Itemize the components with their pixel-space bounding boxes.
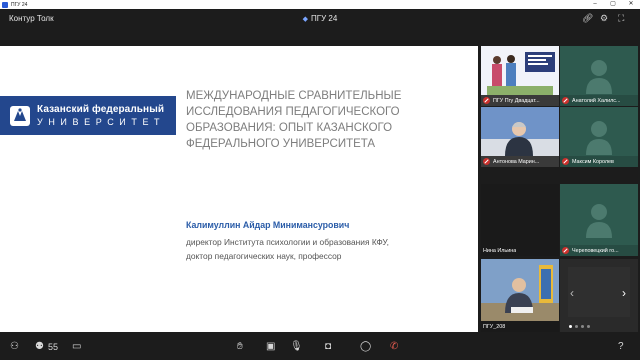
participant-video	[481, 107, 559, 156]
participants-icon[interactable]: ⚉	[35, 340, 44, 354]
page-dots	[569, 325, 590, 328]
avatar-icon	[586, 60, 612, 94]
bottom-toolbar: ⚇ ⚉ 55 ▭ ✋︎ ▣ 🎙︎ ◘ ◯ ✆ ?	[0, 334, 640, 360]
mic-muted-icon	[483, 97, 490, 104]
participant-name: Нина Ильина	[483, 247, 517, 254]
slide-title: МЕЖДУНАРОДНЫЕ СРАВНИТЕЛЬНЫЕ ИССЛЕДОВАНИЯ…	[186, 90, 402, 150]
slide-author-role: директор Института психологии и образова…	[186, 235, 476, 263]
layout-icon[interactable]: ⚇	[10, 340, 19, 354]
participant-tile[interactable]: Максим Королев	[560, 107, 638, 167]
participant-name: Максим Королев	[572, 158, 614, 165]
screen-share-icon[interactable]: ▣	[266, 340, 275, 354]
avatar-icon	[586, 204, 612, 238]
participant-tile[interactable]: Череповецкий го...	[560, 184, 638, 256]
chat-icon[interactable]: ▭	[72, 340, 81, 354]
participant-tile[interactable]: Нина Ильина	[481, 184, 559, 256]
participant-name-bar: Максим Королев	[560, 156, 638, 167]
role-line2: доктор педагогических наук, профессор	[186, 251, 342, 261]
page-dot[interactable]	[575, 325, 578, 328]
participants-count[interactable]: 55	[48, 340, 58, 354]
maximize-icon[interactable]: ▢	[604, 0, 622, 9]
room-title: ◆ ПГУ 24	[0, 14, 640, 23]
os-title-bar: ПГУ 24 – ▢ ✕	[0, 0, 640, 9]
participant-name-bar: Анатолий Халилс...	[560, 95, 638, 106]
page-dot[interactable]	[587, 325, 590, 328]
window-title: ПГУ 24	[11, 1, 28, 8]
app-header: Контур Толк ◆ ПГУ 24 🔗︎ ⚙ ⛶	[0, 9, 640, 29]
participant-name-bar: Антонова Марин...	[481, 156, 559, 167]
raise-hand-icon[interactable]: ✋︎	[237, 340, 243, 354]
participant-name: ПГУ_208	[483, 323, 506, 330]
gear-icon[interactable]: ⚙	[600, 13, 608, 24]
participant-name-bar: Череповецкий го...	[560, 245, 638, 256]
logo-line2: УНИВЕРСИТЕТ	[37, 117, 166, 127]
help-icon[interactable]: ?	[618, 340, 624, 354]
shared-screen-slide: Казанский федеральный УНИВЕРСИТЕТ МЕЖДУН…	[0, 46, 478, 332]
participant-tile[interactable]: Антонова Марин...	[481, 107, 559, 167]
participant-name: ПГУ Пгу Двадцат...	[493, 97, 540, 104]
window-controls: – ▢ ✕	[586, 0, 640, 9]
avatar-icon	[586, 121, 612, 155]
link-icon[interactable]: 🔗︎	[582, 13, 593, 24]
participant-name-bar: ПГУ_208	[481, 321, 559, 332]
participant-name: Череповецкий го...	[572, 247, 619, 254]
mic-muted-icon	[562, 247, 569, 254]
participant-video	[481, 184, 559, 245]
app-icon	[2, 1, 8, 8]
mic-muted-icon	[483, 158, 490, 165]
chevron-left-icon[interactable]: ‹	[570, 286, 574, 300]
app-window: ПГУ 24 – ▢ ✕ Контур Толк ◆ ПГУ 24 🔗︎ ⚙ ⛶ …	[0, 0, 640, 360]
participant-tile[interactable]: ПГУ Пгу Двадцат...	[481, 46, 559, 106]
university-emblem-icon	[10, 105, 30, 126]
participant-name: Антонова Марин...	[493, 158, 540, 165]
participant-video	[481, 259, 559, 321]
page-dot-active[interactable]	[569, 325, 572, 328]
microphone-icon[interactable]: 🎙︎	[290, 340, 303, 354]
participant-tile-active-speaker[interactable]: ПГУ_208	[481, 259, 559, 332]
slide-author: Калимуллин Айдар Минимансурович	[186, 220, 350, 230]
hang-up-icon[interactable]: ✆	[390, 340, 398, 354]
fullscreen-icon[interactable]: ⛶	[618, 13, 624, 24]
logo-line1: Казанский федеральный	[37, 104, 165, 115]
participant-name-bar: Нина Ильина	[481, 245, 559, 256]
role-line1: директор Института психологии и образова…	[186, 237, 389, 247]
participant-tile[interactable]: Анатолий Халилс...	[560, 46, 638, 106]
mic-muted-icon	[562, 97, 569, 104]
mic-muted-icon	[562, 158, 569, 165]
participant-video	[481, 46, 559, 95]
page-dot[interactable]	[581, 325, 584, 328]
university-logo: Казанский федеральный УНИВЕРСИТЕТ	[0, 96, 176, 135]
chevron-right-icon[interactable]: ›	[622, 286, 626, 300]
record-icon[interactable]: ◯	[360, 340, 371, 354]
room-name: ПГУ 24	[311, 14, 338, 23]
camera-icon[interactable]: ◘	[325, 340, 331, 354]
minimize-icon[interactable]: –	[586, 0, 604, 9]
participant-name: Анатолий Халилс...	[572, 97, 621, 104]
participant-name-bar: ПГУ Пгу Двадцат...	[481, 95, 559, 106]
close-icon[interactable]: ✕	[622, 0, 640, 9]
shield-icon: ◆	[302, 16, 309, 23]
